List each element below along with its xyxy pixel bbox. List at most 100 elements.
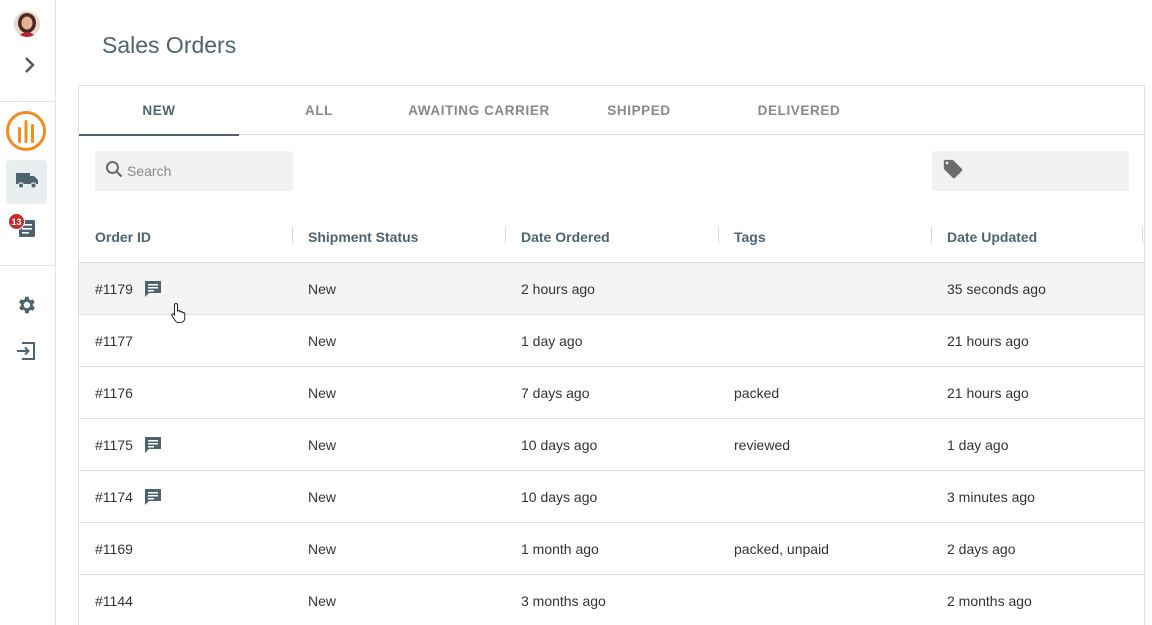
page-title: Sales Orders: [102, 32, 237, 58]
order-id-cell-text: #1177: [95, 333, 133, 349]
column-header-shipment-status[interactable]: Shipment Status: [308, 211, 418, 263]
column-header-order-id[interactable]: Order ID: [95, 211, 151, 263]
shipment-status-cell-text: New: [308, 593, 337, 609]
date-updated-cell-text: 35 seconds ago: [947, 281, 1046, 297]
orders-list-icon: [14, 220, 40, 245]
tab-all[interactable]: ALL: [239, 86, 399, 135]
date-ordered-cell-text: 10 days ago: [521, 437, 598, 453]
table-row[interactable]: #1144 New 3 months ago 2 months ago: [79, 575, 1144, 625]
shipment-status-cell-text: New: [308, 281, 337, 297]
sidebar-divider: [0, 265, 55, 266]
tags-cell-text: packed: [734, 385, 780, 401]
date-ordered-cell: 3 months ago: [521, 575, 606, 625]
column-separator: [931, 227, 932, 243]
order-id-cell-text: #1179: [95, 281, 133, 297]
order-id-cell: #1177: [95, 315, 133, 367]
date-updated-cell-text: 21 hours ago: [947, 333, 1029, 349]
date-updated-cell: 21 hours ago: [947, 367, 1029, 419]
tags-cell: packed: [734, 367, 779, 419]
tag-filter[interactable]: [932, 151, 1129, 191]
date-ordered-cell: 1 day ago: [521, 315, 583, 367]
order-id-cell: #1169: [95, 523, 133, 575]
table-row[interactable]: #1177 New 1 day ago 21 hours ago: [79, 315, 1144, 367]
sidebar-item-shipping[interactable]: [6, 160, 47, 204]
search-input[interactable]: [127, 163, 287, 179]
table-row[interactable]: #1169 New 1 month ago packed, unpaid 2 days …: [79, 523, 1144, 575]
shipment-status-cell-text: New: [308, 541, 337, 557]
date-ordered-cell-text: 2 hours ago: [521, 281, 595, 297]
date-updated-cell-text: 2 months ago: [947, 593, 1032, 609]
shipment-status-cell: New: [308, 419, 336, 471]
table-row[interactable]: #1174 New 10 days ago 3 minutes ago: [79, 471, 1144, 523]
table-row[interactable]: #1179 New 2 hours ago 35 seconds ago: [79, 263, 1144, 315]
chevron-right-icon[interactable]: [18, 54, 40, 76]
order-id-cell: #1176: [95, 367, 133, 419]
column-header-date-ordered[interactable]: Date Ordered: [521, 211, 610, 263]
tags-cell-text: reviewed: [734, 437, 791, 453]
shipment-status-cell: New: [308, 471, 336, 523]
date-updated-cell: 21 hours ago: [947, 315, 1029, 367]
date-updated-cell: 35 seconds ago: [947, 263, 1046, 315]
status-tabs: NEW ALL AWAITING CARRIER SHIPPED DELIVER…: [79, 86, 1144, 136]
date-ordered-cell-text: 3 months ago: [521, 593, 606, 609]
order-id-cell: #1175: [95, 419, 163, 471]
date-updated-cell-text: 21 hours ago: [947, 385, 1029, 401]
shipment-status-cell: New: [308, 575, 336, 625]
date-ordered-cell: 2 hours ago: [521, 263, 595, 315]
date-ordered-cell-text: 1 day ago: [521, 333, 583, 349]
comment-icon[interactable]: [143, 435, 163, 455]
sidebar-divider: [0, 101, 55, 102]
table-row[interactable]: #1176 New 7 days ago packed 21 hours ago: [79, 367, 1144, 419]
date-updated-cell: 2 months ago: [947, 575, 1032, 625]
tab-shipped[interactable]: SHIPPED: [559, 86, 719, 135]
tags-cell-text: packed, unpaid: [734, 541, 829, 557]
search-field[interactable]: [95, 151, 293, 191]
orders-table: Order ID Shipment Status Date Ordered Ta…: [79, 211, 1144, 625]
date-updated-cell-text: 2 days ago: [947, 541, 1016, 557]
order-id-cell-text: #1176: [95, 385, 133, 401]
order-id-cell-text: #1169: [95, 541, 133, 557]
orders-count-badge: 13: [8, 213, 25, 230]
date-updated-cell-text: 1 day ago: [947, 437, 1009, 453]
tab-delivered[interactable]: DELIVERED: [719, 86, 879, 135]
column-header-tags[interactable]: Tags: [734, 211, 766, 263]
tab-new[interactable]: NEW: [79, 86, 239, 136]
column-header-date-updated[interactable]: Date Updated: [947, 211, 1037, 263]
tags-cell: reviewed: [734, 419, 790, 471]
order-id-cell-text: #1175: [95, 437, 133, 453]
truck-icon: [15, 170, 39, 195]
table-body: #1179 New 2 hours ago 35 seconds ago #1177 Ne…: [79, 263, 1144, 625]
order-id-cell: #1144: [95, 575, 133, 625]
tab-awaiting-carrier[interactable]: AWAITING CARRIER: [399, 86, 559, 135]
shipment-status-cell-text: New: [308, 333, 337, 349]
order-id-cell: #1174: [95, 471, 163, 523]
date-updated-cell-text: 3 minutes ago: [947, 489, 1035, 505]
search-icon: [105, 160, 123, 183]
comment-icon[interactable]: [143, 279, 163, 299]
shipment-status-cell: New: [308, 263, 336, 315]
table-row[interactable]: #1175 New 10 days ago reviewed 1 day ago: [79, 419, 1144, 471]
user-avatar[interactable]: [14, 11, 40, 37]
date-ordered-cell-text: 10 days ago: [521, 489, 598, 505]
date-ordered-cell-text: 7 days ago: [521, 385, 590, 401]
comment-icon[interactable]: [143, 487, 163, 507]
order-id-cell-text: #1144: [95, 593, 133, 609]
date-ordered-cell: 10 days ago: [521, 471, 597, 523]
tag-icon: [942, 158, 964, 185]
order-id-cell: #1179: [95, 263, 163, 315]
brand-logo-icon[interactable]: [5, 110, 47, 152]
tags-cell: packed, unpaid: [734, 523, 829, 575]
date-updated-cell: 3 minutes ago: [947, 471, 1035, 523]
order-id-cell-text: #1174: [95, 489, 133, 505]
date-updated-cell: 2 days ago: [947, 523, 1016, 575]
shipment-status-cell: New: [308, 523, 336, 575]
date-ordered-cell: 10 days ago: [521, 419, 597, 471]
orders-card: NEW ALL AWAITING CARRIER SHIPPED DELIVER…: [78, 85, 1145, 625]
shipment-status-cell-text: New: [308, 437, 337, 453]
gear-icon[interactable]: [15, 294, 37, 316]
logout-icon[interactable]: [15, 340, 37, 362]
column-separator: [1142, 227, 1143, 243]
shipment-status-cell: New: [308, 315, 336, 367]
date-updated-cell: 1 day ago: [947, 419, 1009, 471]
date-ordered-cell: 7 days ago: [521, 367, 590, 419]
